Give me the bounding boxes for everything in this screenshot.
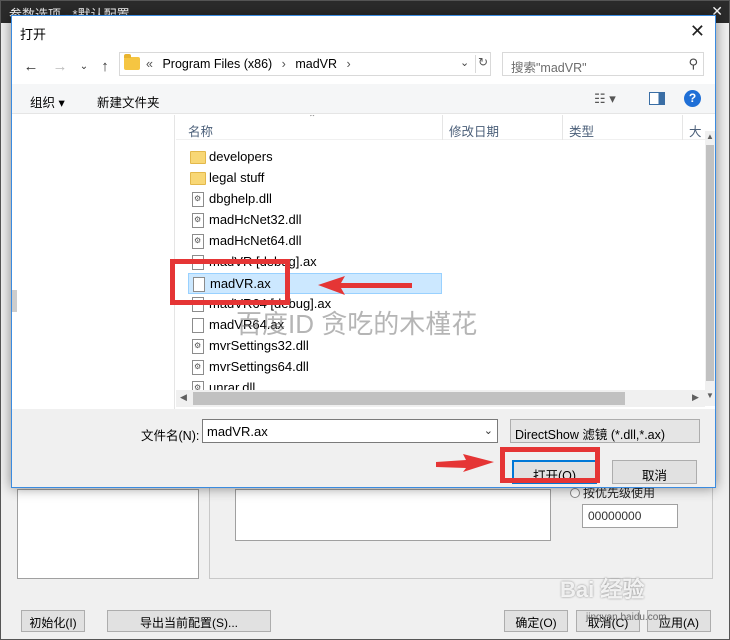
watermark-text: 百度ID 贪吃的木槿花 xyxy=(236,309,478,339)
baidu-logo: Bai 经验 xyxy=(560,577,645,602)
annotation-arrow-open xyxy=(436,454,494,472)
annotation-arrow-file xyxy=(318,276,412,295)
baidu-url: jingyan.baidu.com xyxy=(586,612,667,623)
